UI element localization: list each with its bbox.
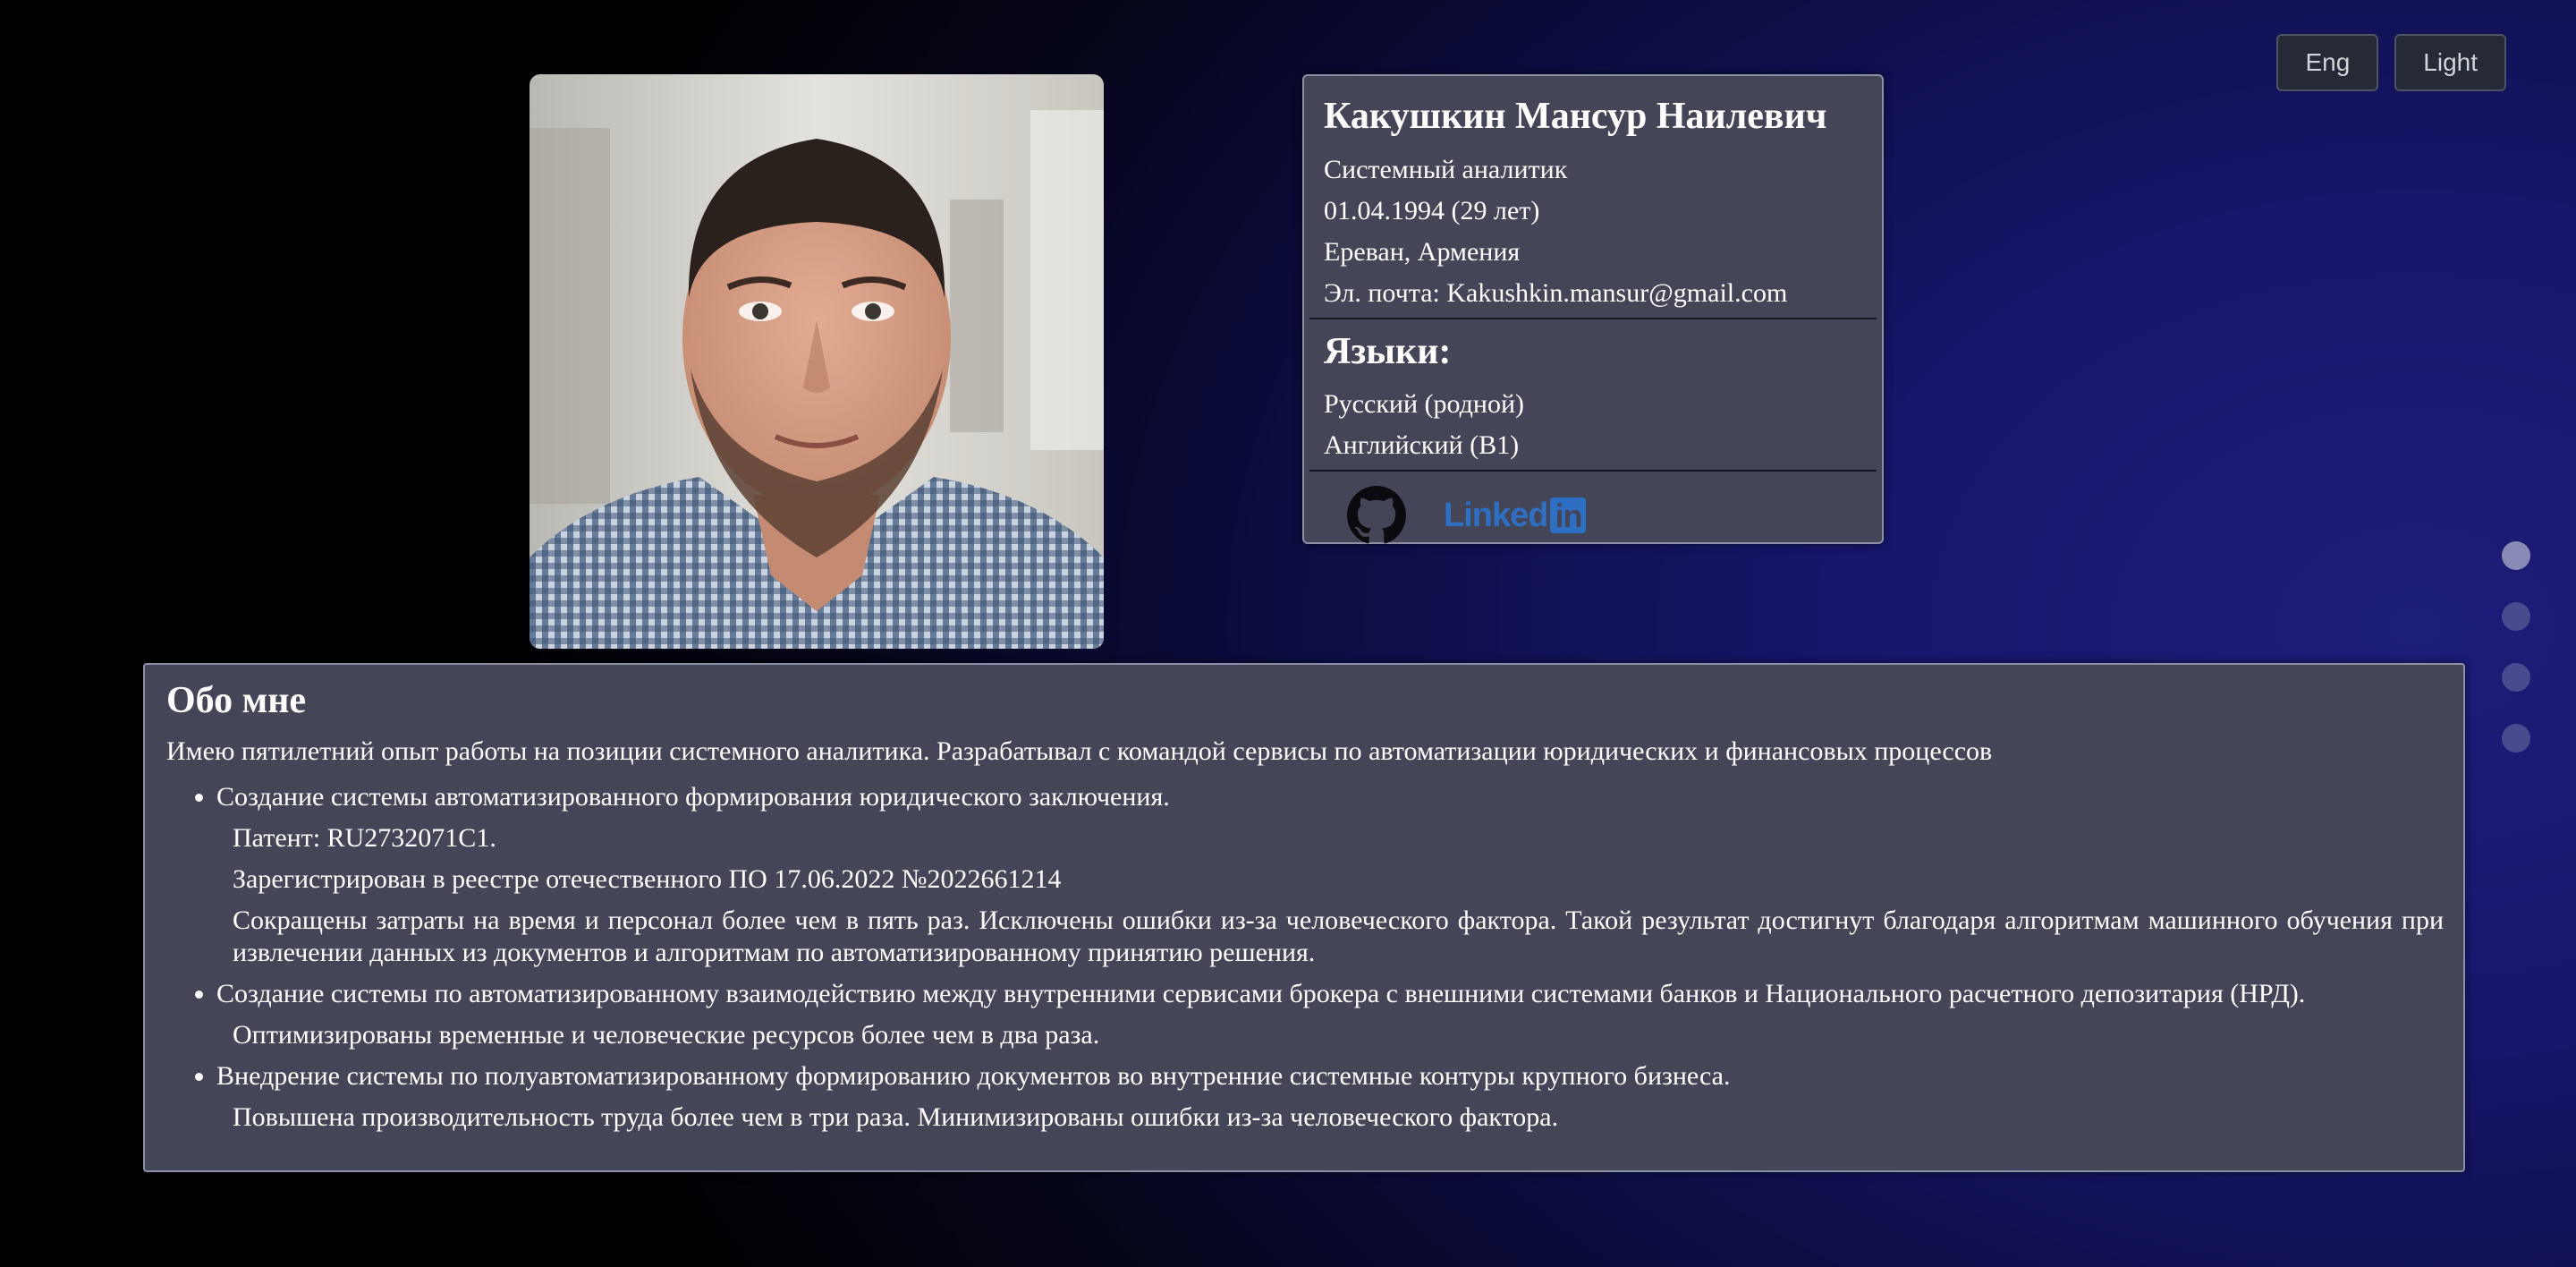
theme-toggle-button[interactable]: Light [2394,34,2506,91]
language-item: Русский (родной) [1324,389,1524,419]
about-title: Обо мне [166,680,307,721]
linkedin-in-box: in [1550,497,1587,534]
languages-title: Языки: [1324,331,1452,372]
section-navigation [2502,541,2530,785]
linkedin-icon[interactable]: Linked in [1444,496,1587,535]
about-intro: Имею пятилетний опыт работы на позиции с… [166,736,1993,766]
achievement-title: Создание системы автоматизированного фор… [216,782,1170,812]
achievement-title: Внедрение системы по полуавтоматизирован… [216,1061,1731,1091]
achievement-detail: Патент: RU2732071C1. [233,823,496,853]
linkedin-text: Linked [1444,496,1548,534]
achievement-detail: Зарегистрирован в реестре отечественного… [233,864,1062,894]
nav-dot-4[interactable] [2502,724,2530,753]
language-item: Английский (B1) [1324,430,1520,460]
profile-birthdate: 01.04.1994 (29 лет) [1324,196,1540,225]
social-links: Linked in [1304,477,1882,545]
profile-name: Какушкин Мансур Наилевич [1324,96,1827,137]
profile-photo [530,74,1104,649]
achievement-detail: Сокращены затраты на время и персонал бо… [233,906,2444,967]
about-section: Обо мне Имею пятилетний опыт работы на п… [143,663,2465,1172]
list-item: Создание системы по автоматизированному … [216,978,2444,1051]
github-icon[interactable] [1347,486,1406,545]
profile-position: Системный аналитик [1324,155,1568,184]
achievement-detail: Оптимизированы временные и человеческие … [233,1020,1100,1050]
nav-dot-2[interactable] [2502,602,2530,631]
nav-dot-3[interactable] [2502,663,2530,692]
language-toggle-button[interactable]: Eng [2276,34,2379,91]
list-item: Создание системы автоматизированного фор… [216,781,2444,969]
achievements-list: Создание системы автоматизированного фор… [166,781,2444,1134]
top-controls: Eng Light [2276,34,2506,91]
card-divider [1309,318,1877,319]
profile-location: Ереван, Армения [1324,237,1521,267]
card-divider [1309,470,1877,472]
profile-card: Какушкин Мансур Наилевич Системный анали… [1302,74,1884,544]
nav-dot-1[interactable] [2502,541,2530,570]
achievement-detail: Повышена производительность труда более … [233,1102,1559,1132]
list-item: Внедрение системы по полуавтоматизирован… [216,1060,2444,1134]
achievement-title: Создание системы по автоматизированному … [216,979,2306,1008]
profile-email: Эл. почта: Kakushkin.mansur@gmail.com [1324,278,1788,308]
